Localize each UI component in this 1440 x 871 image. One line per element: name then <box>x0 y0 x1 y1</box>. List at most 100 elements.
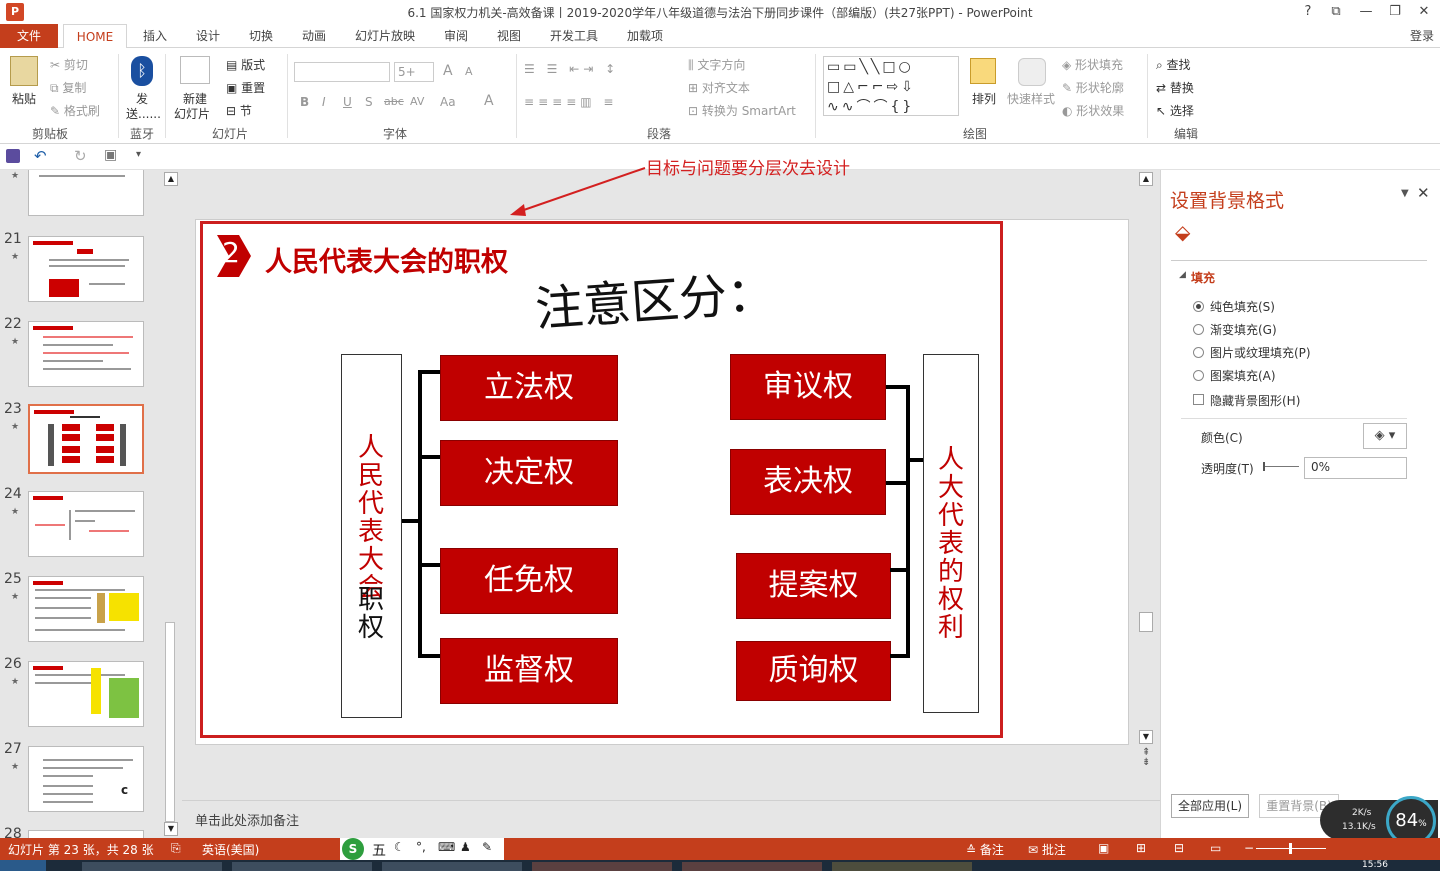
tab-file[interactable]: 文件 <box>0 24 58 48</box>
thumbnails-scrollbar[interactable] <box>163 172 177 832</box>
reading-view-icon[interactable]: ⊟ <box>1174 841 1184 855</box>
slide-thumbnail-23[interactable] <box>28 404 144 474</box>
transparency-slider-thumb[interactable] <box>1263 462 1265 471</box>
layout-button[interactable]: ▤ 版式 <box>226 56 265 73</box>
slide-thumbnails-pane[interactable]: ★ 21 ★ 22 ★ 23 ★ 24 ★ 25 ★ 26 ★ 27 ★ c 2… <box>0 170 182 838</box>
tab-view[interactable]: 视图 <box>488 24 530 48</box>
arrange-icon[interactable] <box>970 58 996 84</box>
keyboard-icon[interactable]: ⌨ <box>438 840 455 854</box>
pattern-fill-label[interactable]: 图案填充(A) <box>1210 367 1276 384</box>
solid-fill-label[interactable]: 纯色填充(S) <box>1210 298 1275 315</box>
fill-section-header[interactable]: 填充 <box>1191 269 1215 286</box>
scroll-up-icon[interactable]: ▲ <box>1139 172 1153 186</box>
list-buttons[interactable]: ☰ ☰ ⇤⇥ ↕ <box>524 62 619 76</box>
tab-addins[interactable]: 加载项 <box>618 24 672 48</box>
shapes-gallery[interactable]: ▭▭╲╲□○ □△⌐⌐⇨⇩ ∿∿⌒⌒{} <box>823 56 959 116</box>
notes-pane[interactable]: 单击此处添加备注 <box>182 800 1322 838</box>
arrange-button[interactable]: 排列 <box>972 90 996 107</box>
shrink-font-button[interactable]: A <box>465 65 473 78</box>
right-box-voting[interactable]: 表决权 <box>730 449 886 515</box>
align-text-button[interactable]: ⊞ 对齐文本 <box>688 79 750 96</box>
spellcheck-icon[interactable]: ⎘ <box>171 841 181 856</box>
slideshow-view-icon[interactable]: ▭ <box>1210 841 1221 855</box>
transparency-input[interactable]: 0% <box>1304 457 1407 479</box>
shadow-button[interactable]: S <box>365 95 373 109</box>
paste-icon[interactable] <box>10 56 38 86</box>
tools-icon[interactable]: ✎ <box>482 840 492 854</box>
reset-button[interactable]: ▣ 重置 <box>226 79 265 96</box>
slide-thumbnail-20[interactable] <box>28 170 144 216</box>
taskbar-item[interactable] <box>382 862 522 871</box>
notes-placeholder[interactable]: 单击此处添加备注 <box>195 810 299 829</box>
notes-toggle-button[interactable]: ≙ 备注 <box>966 841 1004 858</box>
grow-font-button[interactable]: A <box>443 63 453 79</box>
slide-thumbnail-27[interactable]: c <box>28 746 144 812</box>
text-direction-button[interactable]: ⫼ 文字方向 <box>688 56 745 73</box>
tab-insert[interactable]: 插入 <box>134 24 176 48</box>
font-color-button[interactable]: A <box>484 93 494 109</box>
power-box-supervision[interactable]: 监督权 <box>440 638 618 704</box>
scrollbar-thumb[interactable] <box>165 622 175 822</box>
fill-bucket-icon[interactable]: ⬙ <box>1175 220 1190 244</box>
taskbar-item[interactable] <box>682 862 822 871</box>
slide-thumbnail-21[interactable] <box>28 236 144 302</box>
right-box-deliberation[interactable]: 审议权 <box>730 354 886 420</box>
moon-icon[interactable]: ☾ <box>394 840 405 854</box>
align-buttons[interactable]: ≡≡≡≡▥ ≡ <box>524 95 617 109</box>
shape-effects-button[interactable]: ◐ 形状效果 <box>1062 102 1124 119</box>
paste-button[interactable]: 粘贴 <box>12 90 36 107</box>
format-painter-button[interactable]: ✎ 格式刷 <box>50 102 100 119</box>
right-box-proposal[interactable]: 提案权 <box>736 553 891 619</box>
zoom-out-icon[interactable]: − <box>1244 841 1254 855</box>
find-button[interactable]: ⌕ 查找 <box>1156 56 1191 73</box>
font-size-select[interactable]: 5+ <box>394 62 434 82</box>
quick-styles-button[interactable]: 快速样式 <box>1007 90 1055 107</box>
power-box-appointment[interactable]: 任免权 <box>440 548 618 614</box>
underline-button[interactable]: U <box>343 95 352 109</box>
taskbar-item[interactable] <box>832 862 972 871</box>
tab-design[interactable]: 设计 <box>187 24 229 48</box>
copy-button[interactable]: ⧉ 复制 <box>50 79 86 96</box>
normal-view-icon[interactable]: ▣ <box>1098 841 1109 855</box>
customize-qat-icon[interactable]: ▾ <box>136 149 141 160</box>
tab-review[interactable]: 审阅 <box>435 24 477 48</box>
taskbar-item[interactable] <box>232 862 372 871</box>
shape-outline-button[interactable]: ✎ 形状轮廓 <box>1062 79 1124 96</box>
minimize-button[interactable]: — <box>1352 2 1380 22</box>
gradient-fill-label[interactable]: 渐变填充(G) <box>1210 321 1277 338</box>
apply-all-button[interactable]: 全部应用(L) <box>1171 794 1249 818</box>
pattern-fill-radio[interactable] <box>1193 370 1204 381</box>
power-box-decision[interactable]: 决定权 <box>440 440 618 506</box>
thumbs-scroll-up-icon[interactable]: ▲ <box>164 172 178 186</box>
start-button[interactable] <box>0 860 46 871</box>
font-name-select[interactable] <box>294 62 390 82</box>
comments-toggle-button[interactable]: ✉ 批注 <box>1028 841 1066 858</box>
bluetooth-icon[interactable]: ᛒ <box>131 56 153 86</box>
tab-transitions[interactable]: 切换 <box>240 24 282 48</box>
gradient-fill-radio[interactable] <box>1193 324 1204 335</box>
user-icon[interactable]: ♟ <box>460 840 471 854</box>
language-status[interactable]: 英语(美国) <box>202 841 259 858</box>
picture-fill-radio[interactable] <box>1193 347 1204 358</box>
new-slide-icon[interactable] <box>180 56 210 84</box>
picture-fill-label[interactable]: 图片或纹理填充(P) <box>1210 344 1311 361</box>
tab-animations[interactable]: 动画 <box>293 24 335 48</box>
slide-thumbnail-26[interactable] <box>28 661 144 727</box>
prev-slide-icon[interactable]: ⇞ ⇟ <box>1142 748 1150 768</box>
bold-button[interactable]: B <box>300 95 309 109</box>
save-icon[interactable] <box>6 149 20 163</box>
char-spacing-button[interactable]: AV <box>410 95 424 108</box>
slide-sorter-icon[interactable]: ⊞ <box>1136 841 1146 855</box>
zoom-slider-thumb[interactable] <box>1289 843 1292 854</box>
shape-fill-button[interactable]: ◈ 形状填充 <box>1062 56 1123 73</box>
tab-developer[interactable]: 开发工具 <box>542 24 606 48</box>
strikethrough-button[interactable]: abc <box>384 95 404 108</box>
replace-button[interactable]: ⇄ 替换 <box>1156 79 1194 96</box>
start-slideshow-icon[interactable]: ▣ <box>104 147 117 163</box>
help-icon[interactable]: ? <box>1294 2 1322 22</box>
slide-thumbnail-25[interactable] <box>28 576 144 642</box>
hide-bg-checkbox[interactable] <box>1193 394 1204 405</box>
slide-thumbnail-22[interactable] <box>28 321 144 387</box>
thumbs-scroll-down-icon[interactable]: ▼ <box>164 822 178 836</box>
change-case-button[interactable]: Aa <box>440 95 456 109</box>
